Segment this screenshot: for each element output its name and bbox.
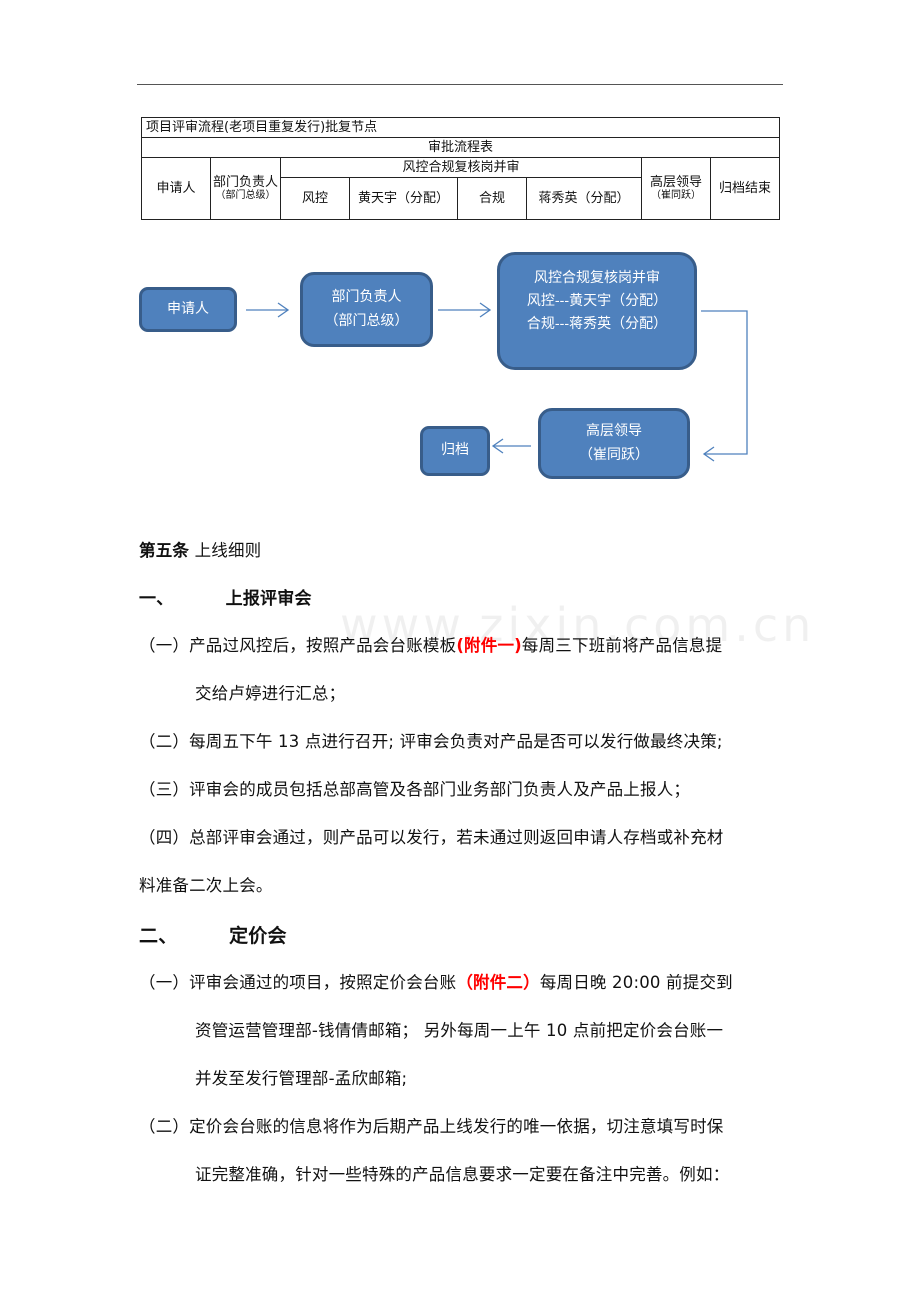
article-heading: 第五条 上线细则	[139, 537, 261, 561]
item-prefix: （四）	[139, 828, 190, 847]
arrow-review-to-senior	[701, 310, 748, 462]
flow-node-applicant: 申请人	[139, 287, 237, 332]
section-1-item-2: （二）每周五下午 13 点进行召开; 评审会负责对产品是否可以发行做最终决策;	[139, 728, 723, 752]
section-2-title: 定价会	[229, 925, 287, 947]
section-1-heading: 一、 上报评审会	[139, 584, 312, 609]
flow-node-dept-head-note: （部门总级）	[324, 312, 409, 329]
item-prefix: （二）	[139, 732, 190, 751]
flow-node-archive: 归档	[420, 426, 490, 476]
item-text: 每周五下午 13 点进行召开; 评审会负责对产品是否可以发行做最终决策;	[189, 732, 723, 751]
flow-node-review-compliance: 合规---蒋秀英（分配）	[526, 316, 668, 333]
flow-node-applicant-label: 申请人	[167, 300, 209, 317]
section-1-item-4: （四）总部评审会通过，则产品可以发行，若未通过则返回申请人存档或补充材	[139, 824, 724, 848]
flowchart: 申请人 部门负责人 （部门总级） 风控合规复核岗并审 风控---黄天宇（分配） …	[0, 0, 920, 520]
flow-node-review: 风控合规复核岗并审 风控---黄天宇（分配） 合规---蒋秀英（分配）	[497, 252, 697, 370]
article-title: 上线细则	[194, 541, 262, 560]
item-text: 总部评审会通过，则产品可以发行，若未通过则返回申请人存档或补充材	[189, 828, 724, 847]
section-1-item-1-cont: 交给卢婷进行汇总；	[195, 684, 346, 703]
item-text: 评审会的成员包括总部高管及各部门业务部门负责人及产品上报人；	[189, 780, 691, 799]
section-2-item-1-cont2: 并发至发行管理部-孟欣邮箱;	[195, 1069, 408, 1088]
section-1-number: 一、	[139, 589, 174, 609]
attachment-1-reference: (附件一)	[456, 636, 522, 655]
item-text: 产品过风控后，按照产品会台账模板	[189, 636, 457, 655]
section-2-number: 二、	[139, 925, 178, 947]
section-2-item-2-cont: 证完整准确，针对一些特殊的产品信息要求一定要在备注中完善。例如：	[195, 1165, 730, 1184]
flow-node-dept-head-label: 部门负责人	[331, 289, 402, 306]
flow-node-review-risk: 风控---黄天宇（分配）	[526, 293, 668, 310]
item-prefix: （三）	[139, 780, 190, 799]
flow-node-senior-label: 高层领导	[586, 423, 642, 440]
section-1-title: 上报评审会	[225, 589, 312, 609]
item-text-after: 每周日晚 20:00 前提交到	[539, 973, 733, 992]
attachment-2-reference: （附件二）	[456, 973, 540, 992]
item-prefix: （二）	[139, 1117, 190, 1136]
section-1-item-1: （一）产品过风控后，按照产品会台账模板(附件一)每周三下班前将产品信息提	[139, 632, 722, 656]
flow-node-review-title: 风控合规复核岗并审	[534, 270, 660, 286]
section-1-item-3: （三）评审会的成员包括总部高管及各部门业务部门负责人及产品上报人；	[139, 776, 690, 800]
section-1-item-4-cont: 料准备二次上会。	[139, 876, 273, 895]
item-prefix: （一）	[139, 973, 190, 992]
flow-node-dept-head: 部门负责人 （部门总级）	[300, 272, 433, 347]
item-text-after: 每周三下班前将产品信息提	[521, 636, 723, 655]
arrow-dept-to-review	[438, 302, 492, 318]
flow-node-senior-note: （崔同跃）	[579, 446, 649, 463]
section-2-heading: 二、 定价会	[139, 921, 287, 948]
flow-node-senior: 高层领导 （崔同跃）	[538, 408, 690, 479]
arrow-applicant-to-dept	[246, 302, 290, 318]
item-prefix: （一）	[139, 636, 190, 655]
item-text: 定价会台账的信息将作为后期产品上线发行的唯一依据，切注意填写时保	[189, 1117, 724, 1136]
section-2-item-1-cont: 资管运营管理部-钱倩倩邮箱； 另外每周一上午 10 点前把定价会台账一	[195, 1021, 724, 1040]
item-text: 评审会通过的项目，按照定价会台账	[189, 973, 457, 992]
arrow-senior-to-archive	[491, 438, 531, 454]
section-2-item-2: （二）定价会台账的信息将作为后期产品上线发行的唯一依据，切注意填写时保	[139, 1113, 724, 1137]
section-2-item-1: （一）评审会通过的项目，按照定价会台账（附件二）每周日晚 20:00 前提交到	[139, 969, 733, 993]
article-label: 第五条	[139, 541, 190, 560]
flow-node-archive-label: 归档	[441, 442, 469, 459]
